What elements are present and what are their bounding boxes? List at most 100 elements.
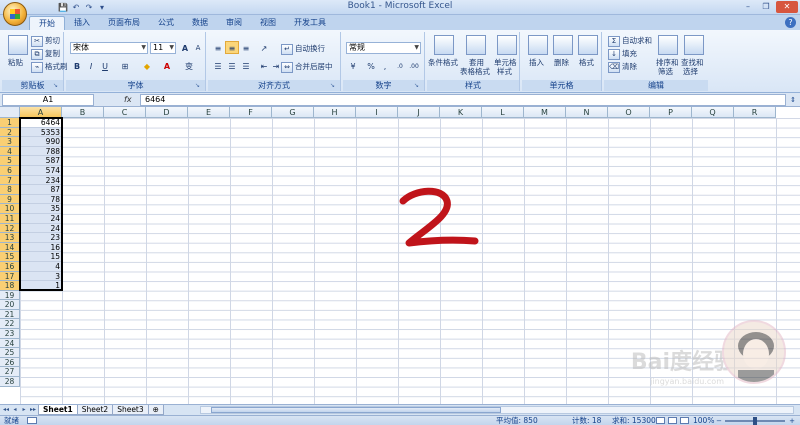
tab-7[interactable]: 开发工具 <box>285 16 335 30</box>
column-header-e[interactable]: E <box>188 107 230 118</box>
row-header-11[interactable]: 11 <box>0 213 20 224</box>
alignment-launcher-icon[interactable]: ↘ <box>330 82 338 90</box>
cell-styles-button-2[interactable]: 样式 <box>497 66 512 77</box>
cut-button[interactable]: ✂ 剪切 <box>31 35 60 47</box>
name-box[interactable]: A1 <box>2 94 94 106</box>
increase-decimal-button[interactable]: .0 <box>393 59 407 72</box>
row-header-16[interactable]: 16 <box>0 261 20 272</box>
border-icon[interactable]: ⊞ <box>118 59 132 72</box>
sheet-nav-arrow-icon[interactable]: ◂ <box>11 405 19 415</box>
font-name-combo[interactable]: 宋体 ▼ <box>70 42 148 54</box>
close-button[interactable]: ✕ <box>776 1 798 13</box>
font-color-icon[interactable]: A <box>160 59 174 72</box>
tab-4[interactable]: 数据 <box>183 16 217 30</box>
cell-a10[interactable]: 35 <box>20 204 62 214</box>
row-header-26[interactable]: 26 <box>0 357 20 368</box>
paste-icon[interactable] <box>8 35 28 55</box>
delete-cells-button[interactable]: 删除 <box>554 57 569 68</box>
percent-button[interactable]: % <box>364 59 378 72</box>
row-header-1[interactable]: 1 <box>0 118 20 128</box>
delete-cells-icon[interactable] <box>553 35 573 55</box>
cell-a14[interactable]: 16 <box>20 242 62 253</box>
macro-record-icon[interactable] <box>27 417 37 424</box>
cell-a11[interactable]: 24 <box>20 213 62 224</box>
cell-a6[interactable]: 574 <box>20 165 62 176</box>
page-break-view-icon[interactable] <box>680 417 689 424</box>
insert-cells-icon[interactable] <box>528 35 548 55</box>
column-header-d[interactable]: D <box>146 107 188 118</box>
cell-a5[interactable]: 587 <box>20 156 62 166</box>
cell-a7[interactable]: 234 <box>20 175 62 186</box>
tab-2[interactable]: 页面布局 <box>99 16 149 30</box>
expand-formula-icon[interactable]: ⇕ <box>788 94 798 106</box>
row-header-14[interactable]: 14 <box>0 242 20 253</box>
decrease-decimal-button[interactable]: .00 <box>407 59 421 72</box>
column-header-i[interactable]: I <box>356 107 398 118</box>
orientation-icon[interactable]: ↗ <box>257 41 271 54</box>
align-right-icon[interactable]: ☰ <box>239 59 253 72</box>
column-header-h[interactable]: H <box>314 107 356 118</box>
zoom-slider-thumb[interactable] <box>753 417 757 425</box>
align-bottom-icon[interactable]: ≡ <box>239 41 253 54</box>
cell-a9[interactable]: 78 <box>20 194 62 205</box>
fill-button[interactable]: ↓ 填充 <box>608 48 637 60</box>
column-header-p[interactable]: P <box>650 107 692 118</box>
tab-0[interactable]: 开始 <box>29 16 65 30</box>
column-header-b[interactable]: B <box>62 107 104 118</box>
row-header-4[interactable]: 4 <box>0 146 20 157</box>
column-header-g[interactable]: G <box>272 107 314 118</box>
row-header-22[interactable]: 22 <box>0 319 20 330</box>
column-header-c[interactable]: C <box>104 107 146 118</box>
align-middle-icon[interactable]: ≡ <box>225 41 239 54</box>
italic-button[interactable]: I <box>84 59 98 72</box>
page-layout-view-icon[interactable] <box>668 417 677 424</box>
sheet-tab-3[interactable]: Sheet3 <box>112 405 149 415</box>
grow-font-button[interactable]: A <box>178 41 192 54</box>
tab-5[interactable]: 审阅 <box>217 16 251 30</box>
column-header-n[interactable]: N <box>566 107 608 118</box>
formula-input[interactable]: 6464 <box>140 94 786 106</box>
cell-a15[interactable]: 15 <box>20 252 62 262</box>
cell-styles-icon[interactable] <box>497 35 517 55</box>
restore-button[interactable]: ❐ <box>758 1 774 13</box>
conditional-format-button[interactable]: 条件格式 <box>428 57 458 68</box>
number-launcher-icon[interactable]: ↘ <box>414 82 422 90</box>
sheet-nav-arrow-icon[interactable]: ▸ <box>20 405 28 415</box>
row-header-24[interactable]: 24 <box>0 338 20 349</box>
row-header-3[interactable]: 3 <box>0 137 20 147</box>
tab-6[interactable]: 视图 <box>251 16 285 30</box>
worksheet-grid[interactable]: ABCDEFGHIJKLMNOPQR 1 2 3 4 5 6 7 8 9 10 11 12 13 14 15… <box>0 107 800 404</box>
fx-icon[interactable]: fx <box>124 95 132 104</box>
format-cells-button[interactable]: 格式 <box>579 57 594 68</box>
underline-button[interactable]: U <box>98 59 112 72</box>
fill-color-icon[interactable]: ◆ <box>140 59 154 72</box>
column-header-r[interactable]: R <box>734 107 776 118</box>
column-header-a[interactable]: A <box>20 107 62 118</box>
currency-icon[interactable]: ¥ <box>346 59 360 72</box>
column-header-o[interactable]: O <box>608 107 650 118</box>
cell-a8[interactable]: 87 <box>20 185 62 195</box>
row-header-18[interactable]: 18 <box>0 281 20 291</box>
find-select-button-2[interactable]: 选择 <box>683 66 698 77</box>
row-header-9[interactable]: 9 <box>0 194 20 205</box>
cell-a2[interactable]: 5353 <box>20 127 62 138</box>
table-format-icon[interactable] <box>466 35 486 55</box>
row-header-19[interactable]: 19 <box>0 290 20 301</box>
clear-button[interactable]: ⌫ 清除 <box>608 61 637 73</box>
row-header-13[interactable]: 13 <box>0 233 20 243</box>
sheet-nav-arrow-icon[interactable]: ◂◂ <box>2 405 10 415</box>
copy-button[interactable]: ⧉ 复制 <box>31 48 60 60</box>
column-header-m[interactable]: M <box>524 107 566 118</box>
shrink-font-button[interactable]: A <box>191 41 205 54</box>
number-format-combo[interactable]: 常规 ▼ <box>346 42 421 54</box>
row-header-2[interactable]: 2 <box>0 127 20 138</box>
row-header-6[interactable]: 6 <box>0 165 20 176</box>
font-launcher-icon[interactable]: ↘ <box>195 82 203 90</box>
align-left-icon[interactable]: ☰ <box>211 59 225 72</box>
cell-a4[interactable]: 788 <box>20 146 62 157</box>
column-header-q[interactable]: Q <box>692 107 734 118</box>
horizontal-scrollbar[interactable] <box>200 406 794 414</box>
cell-area[interactable]: 6464 5353 990 788 587 574 234 87 78 35 24 24 23 16 15 4… <box>20 118 800 404</box>
zoom-in-button[interactable]: + <box>788 417 796 425</box>
column-header-f[interactable]: F <box>230 107 272 118</box>
